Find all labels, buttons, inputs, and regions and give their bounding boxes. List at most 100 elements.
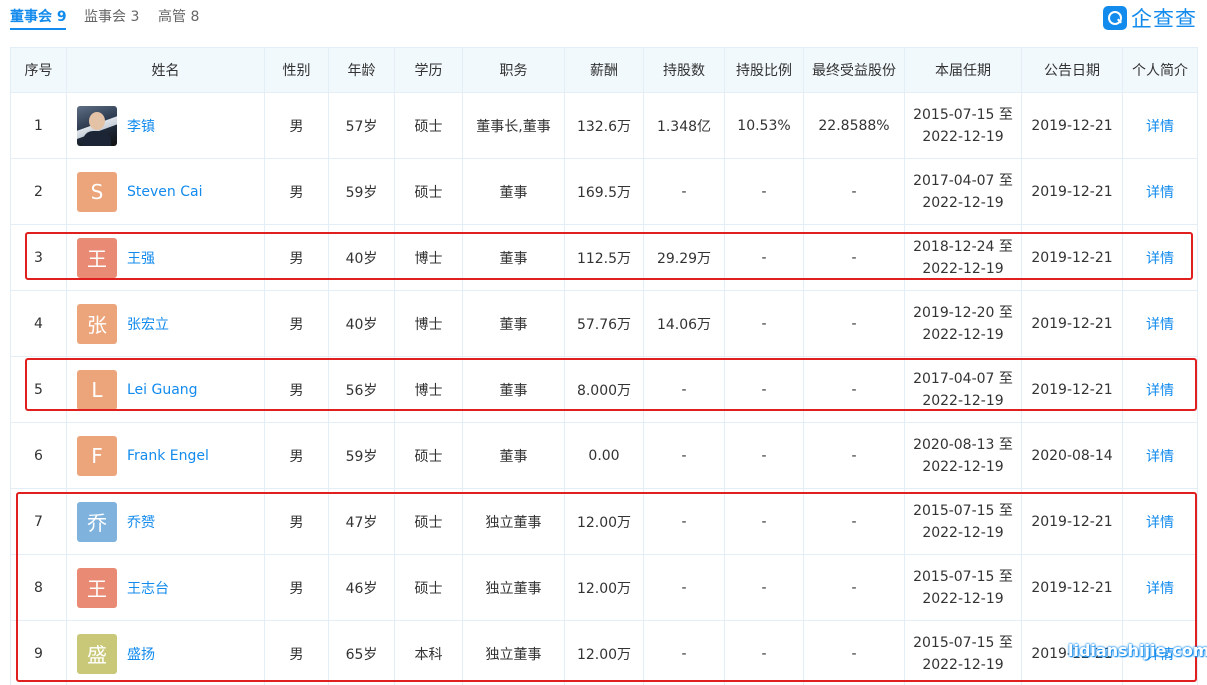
active-tab-indicator xyxy=(10,28,66,30)
position-cell: 董事长,董事 xyxy=(462,92,565,159)
tab-board[interactable]: 董事会 9 xyxy=(10,6,67,26)
shares-cell: - xyxy=(643,488,725,555)
shares-cell: 14.06万 xyxy=(643,290,725,357)
ratio-cell: - xyxy=(724,422,804,489)
position-cell: 董事 xyxy=(462,290,565,357)
avatar[interactable]: F xyxy=(77,435,117,476)
person-name-link[interactable]: 盛扬 xyxy=(127,644,155,664)
age-cell: 59岁 xyxy=(328,422,395,489)
ratio-cell: 10.53% xyxy=(724,92,804,159)
table-row: 8 王王志台男 46岁 硕士 独立董事 12.00万 - - -2015-07-15 至 2022… xyxy=(10,554,1198,621)
term-cell: 2017-04-07 至 2022-12-19 xyxy=(904,158,1022,225)
person-cell: S Steven Cai xyxy=(66,158,265,225)
announce-date-cell: 2019-12-21 xyxy=(1021,224,1123,291)
benefit-cell: - xyxy=(803,488,905,555)
row-number: 9 xyxy=(10,620,67,685)
detail-link[interactable]: 详情 xyxy=(1146,647,1174,663)
benefit-cell: - xyxy=(803,356,905,423)
person-name-link[interactable]: 李镇 xyxy=(127,116,155,136)
gender-cell: 男 xyxy=(264,554,329,621)
person-cell: L Lei Guang xyxy=(66,356,265,423)
term-end: 2022-12-19 xyxy=(922,590,1004,607)
education-cell: 硕士 xyxy=(394,92,463,159)
table-row: 2 S Steven Cai 男 59岁 硕士 董事 169.5万 - - -2017-04-07 … xyxy=(10,158,1198,225)
person-name-link[interactable]: 王志台 xyxy=(127,578,169,598)
announce-date-cell: 2019-12-21 xyxy=(1021,92,1123,159)
tab-supervisors[interactable]: 监事会 3 xyxy=(84,6,139,26)
detail-cell: 详情 xyxy=(1122,158,1198,225)
education-cell: 博士 xyxy=(394,356,463,423)
person-name-link[interactable]: Steven Cai xyxy=(127,184,202,200)
detail-link[interactable]: 详情 xyxy=(1146,515,1174,531)
shares-cell: - xyxy=(643,158,725,225)
term-start: 2018-12-24 至 xyxy=(913,238,1013,255)
ratio-cell: - xyxy=(724,620,804,685)
ratio-cell: - xyxy=(724,488,804,555)
detail-link[interactable]: 详情 xyxy=(1146,251,1174,267)
tab-bar: 董事会 9 监事会 3 高管 8 企查查 xyxy=(0,0,1207,44)
avatar[interactable]: 张 xyxy=(77,303,117,344)
term-cell: 2015-07-15 至 2022-12-19 xyxy=(904,92,1022,159)
qcc-logo[interactable]: 企查查 xyxy=(1103,5,1197,31)
position-cell: 董事 xyxy=(462,158,565,225)
gender-cell: 男 xyxy=(264,488,329,555)
education-cell: 硕士 xyxy=(394,158,463,225)
announce-date-cell: 2019-12-21 xyxy=(1021,620,1123,685)
position-cell: 独立董事 xyxy=(462,554,565,621)
term-cell: 2015-07-15 至 2022-12-19 xyxy=(904,620,1022,685)
column-header: 序号 xyxy=(10,47,67,93)
detail-cell: 详情 xyxy=(1122,620,1198,685)
term-start: 2015-07-15 至 xyxy=(913,106,1013,123)
avatar[interactable]: 王 xyxy=(77,237,117,278)
detail-link[interactable]: 详情 xyxy=(1146,581,1174,597)
detail-link[interactable]: 详情 xyxy=(1146,185,1174,201)
person-cell: 王王强 xyxy=(66,224,265,291)
salary-cell: 112.5万 xyxy=(564,224,644,291)
row-number: 2 xyxy=(10,158,67,225)
gender-cell: 男 xyxy=(264,422,329,489)
detail-link[interactable]: 详情 xyxy=(1146,449,1174,465)
board-members-table: 序号 姓名 性别 年龄 学历 职务 薪酬 持股数 持股比例 最终受益股份 本届任期 公告日期 个人简介 … xyxy=(10,47,1198,685)
shares-cell: - xyxy=(643,554,725,621)
column-header: 持股比例 xyxy=(724,47,804,93)
announce-date-cell: 2019-12-21 xyxy=(1021,488,1123,555)
row-number: 3 xyxy=(10,224,67,291)
person-name-link[interactable]: 乔赟 xyxy=(127,512,155,532)
avatar[interactable]: 王 xyxy=(77,567,117,608)
detail-link[interactable]: 详情 xyxy=(1146,119,1174,135)
position-cell: 董事 xyxy=(462,356,565,423)
tab-executives[interactable]: 高管 8 xyxy=(158,6,199,26)
term-start: 2020-08-13 至 xyxy=(913,436,1013,453)
avatar[interactable]: 乔 xyxy=(77,501,117,542)
person-name-link[interactable]: Lei Guang xyxy=(127,382,198,398)
table-row: 3 王王强男 40岁 博士 董事 112.5万 29.29万 - -2018-12-24 至 20… xyxy=(10,224,1198,291)
term-end: 2022-12-19 xyxy=(922,656,1004,673)
term-end: 2022-12-19 xyxy=(922,392,1004,409)
avatar[interactable]: L xyxy=(77,369,117,410)
person-cell: 张张宏立 xyxy=(66,290,265,357)
detail-link[interactable]: 详情 xyxy=(1146,317,1174,333)
shares-cell: - xyxy=(643,620,725,685)
row-number: 4 xyxy=(10,290,67,357)
table-row: 4 张张宏立男 40岁 博士 董事 57.76万 14.06万 - -2019-12-20 至2… xyxy=(10,290,1198,357)
avatar[interactable]: S xyxy=(77,171,117,212)
benefit-cell: - xyxy=(803,422,905,489)
shares-cell: 29.29万 xyxy=(643,224,725,291)
age-cell: 57岁 xyxy=(328,92,395,159)
education-cell: 硕士 xyxy=(394,422,463,489)
detail-link[interactable]: 详情 xyxy=(1146,383,1174,399)
ratio-cell: - xyxy=(724,356,804,423)
ratio-cell: - xyxy=(724,290,804,357)
person-name-link[interactable]: Frank Engel xyxy=(127,448,209,464)
ratio-cell: - xyxy=(724,224,804,291)
avatar[interactable]: 盛 xyxy=(77,633,117,674)
table-row: 1 李镇 男 57岁 硕士 董事长,董事 132.6万 1.348亿 10.53% 22.8588… xyxy=(10,92,1198,159)
shares-cell: - xyxy=(643,356,725,423)
person-name-link[interactable]: 张宏立 xyxy=(127,314,169,334)
position-cell: 独立董事 xyxy=(462,620,565,685)
gender-cell: 男 xyxy=(264,158,329,225)
salary-cell: 8.000万 xyxy=(564,356,644,423)
person-name-link[interactable]: 王强 xyxy=(127,248,155,268)
term-end: 2022-12-19 xyxy=(922,326,1004,343)
avatar[interactable] xyxy=(77,105,117,146)
